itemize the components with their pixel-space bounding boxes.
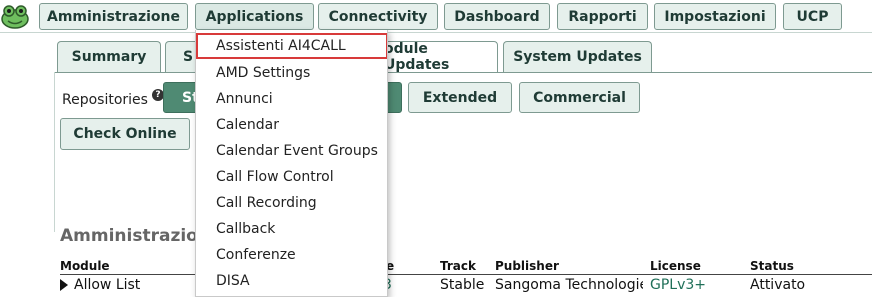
repositories-label-text: Repositories xyxy=(62,92,148,108)
row-module-name[interactable]: Allow List xyxy=(74,277,140,293)
tab-module-updates[interactable]: odule Updates xyxy=(380,41,498,73)
nav-rapporti[interactable]: Rapporti xyxy=(557,3,648,30)
menu-item-disa[interactable]: DISA xyxy=(196,268,386,294)
menu-item-call-recording[interactable]: Call Recording xyxy=(196,190,386,216)
col-track-header[interactable]: Track xyxy=(440,259,476,273)
nav-dashboard[interactable]: Dashboard xyxy=(444,3,550,30)
row-publisher: Sangoma Technologies xyxy=(495,277,643,293)
check-online-button[interactable]: Check Online xyxy=(60,118,190,150)
col-publisher-header[interactable]: Publisher xyxy=(495,259,559,273)
menu-item-call-flow-control[interactable]: Call Flow Control xyxy=(196,164,386,190)
menu-item-assistenti-ai4call[interactable]: Assistenti AI4CALL xyxy=(196,33,387,59)
tab-summary[interactable]: Summary xyxy=(57,41,161,72)
col-license-header[interactable]: License xyxy=(650,259,701,273)
menu-item-annunci[interactable]: Annunci xyxy=(196,86,386,112)
expand-row-icon[interactable] xyxy=(60,279,68,291)
tab-system-updates[interactable]: System Updates xyxy=(503,41,652,72)
row-track: Stable xyxy=(440,277,485,293)
nav-ucp[interactable]: UCP xyxy=(783,3,842,30)
nav-amministrazione[interactable]: Amministrazione xyxy=(39,3,188,30)
menu-item-amd-settings[interactable]: AMD Settings xyxy=(196,60,386,86)
nav-applications[interactable]: Applications xyxy=(195,3,314,30)
panel-left-border xyxy=(54,72,55,232)
col-module-header[interactable]: Module xyxy=(60,259,110,273)
table-header-divider xyxy=(60,274,872,275)
repo-commercial-button[interactable]: Commercial xyxy=(519,82,640,113)
menu-item-conferenze[interactable]: Conferenze xyxy=(196,242,386,268)
row-license-link[interactable]: GPLv3+ xyxy=(650,277,706,293)
row-status: Attivato xyxy=(750,277,806,293)
nav-connectivity[interactable]: Connectivity xyxy=(318,3,438,30)
nav-impostazioni[interactable]: Impostazioni xyxy=(654,3,776,30)
freepbx-frog-logo-icon[interactable] xyxy=(0,4,30,30)
applications-dropdown-menu: Assistenti AI4CALL AMD Settings Annunci … xyxy=(195,30,388,297)
repo-extended-button[interactable]: Extended xyxy=(408,82,512,113)
menu-item-calendar[interactable]: Calendar xyxy=(196,112,386,138)
topnav-divider xyxy=(0,32,872,33)
panel-top-border xyxy=(54,72,872,73)
col-status-header[interactable]: Status xyxy=(750,259,794,273)
menu-item-calendar-event-groups[interactable]: Calendar Event Groups xyxy=(196,138,386,164)
repositories-label: Repositories ? xyxy=(62,89,164,108)
menu-item-callback[interactable]: Callback xyxy=(196,216,386,242)
